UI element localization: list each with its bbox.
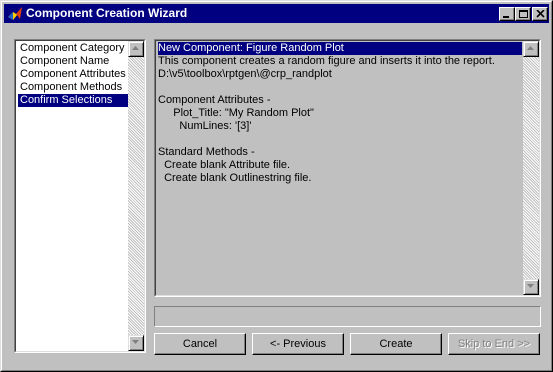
close-button[interactable] [532, 7, 548, 21]
summary-line: Create blank Attribute file. [158, 159, 291, 171]
step-component-methods[interactable]: Component Methods [18, 81, 128, 94]
summary-scrollbar[interactable] [523, 41, 539, 295]
summary-line: New Component: Figure Random Plot [158, 42, 522, 55]
scroll-up-button[interactable] [523, 41, 539, 57]
summary-line [158, 133, 522, 146]
down-arrow-icon [132, 340, 139, 344]
summary-line: NumLines: '[3]' [158, 120, 252, 132]
summary-line: Component Attributes - [158, 94, 271, 106]
scroll-down-button[interactable] [523, 279, 539, 295]
summary-line: D:\v5\toolbox\rptgen\@crp_randplot [158, 68, 332, 80]
matlab-icon [7, 6, 23, 21]
step-component-name[interactable]: Component Name [18, 55, 128, 68]
up-arrow-icon [527, 46, 534, 50]
summary-line [158, 81, 522, 94]
status-field [154, 306, 541, 327]
previous-button[interactable]: <- Previous [252, 333, 344, 355]
maximize-button[interactable] [515, 7, 531, 21]
step-confirm-selections[interactable]: Confirm Selections [18, 94, 128, 107]
summary-line: This component creates a random figure a… [158, 55, 495, 67]
step-component-category[interactable]: Component Category [18, 42, 128, 55]
down-arrow-icon [527, 284, 534, 288]
step-list[interactable]: Component Category Component Name Compon… [14, 39, 146, 353]
cancel-button[interactable]: Cancel [154, 333, 246, 355]
skip-to-end-button[interactable]: Skip to End >> [448, 333, 540, 355]
maximize-icon [519, 10, 528, 18]
scroll-down-button[interactable] [128, 335, 144, 351]
up-arrow-icon [132, 46, 139, 50]
wizard-window: Component Creation Wizard Component Cate… [0, 0, 553, 372]
create-button[interactable]: Create [350, 333, 442, 355]
minimize-button[interactable] [499, 7, 515, 21]
minimize-icon [503, 16, 509, 18]
summary-line: Standard Methods - [158, 146, 255, 158]
title-bar[interactable]: Component Creation Wizard [4, 4, 549, 23]
summary-line: Create blank Outlinestring file. [158, 172, 312, 184]
step-list-scrollbar[interactable] [128, 41, 144, 351]
step-component-attributes[interactable]: Component Attributes [18, 68, 128, 81]
window-title: Component Creation Wizard [26, 6, 188, 20]
summary-line: Plot_Title: "My Random Plot" [158, 107, 314, 119]
scroll-up-button[interactable] [128, 41, 144, 57]
close-icon [536, 10, 545, 18]
summary-textbox[interactable]: New Component: Figure Random Plot This c… [154, 39, 541, 297]
